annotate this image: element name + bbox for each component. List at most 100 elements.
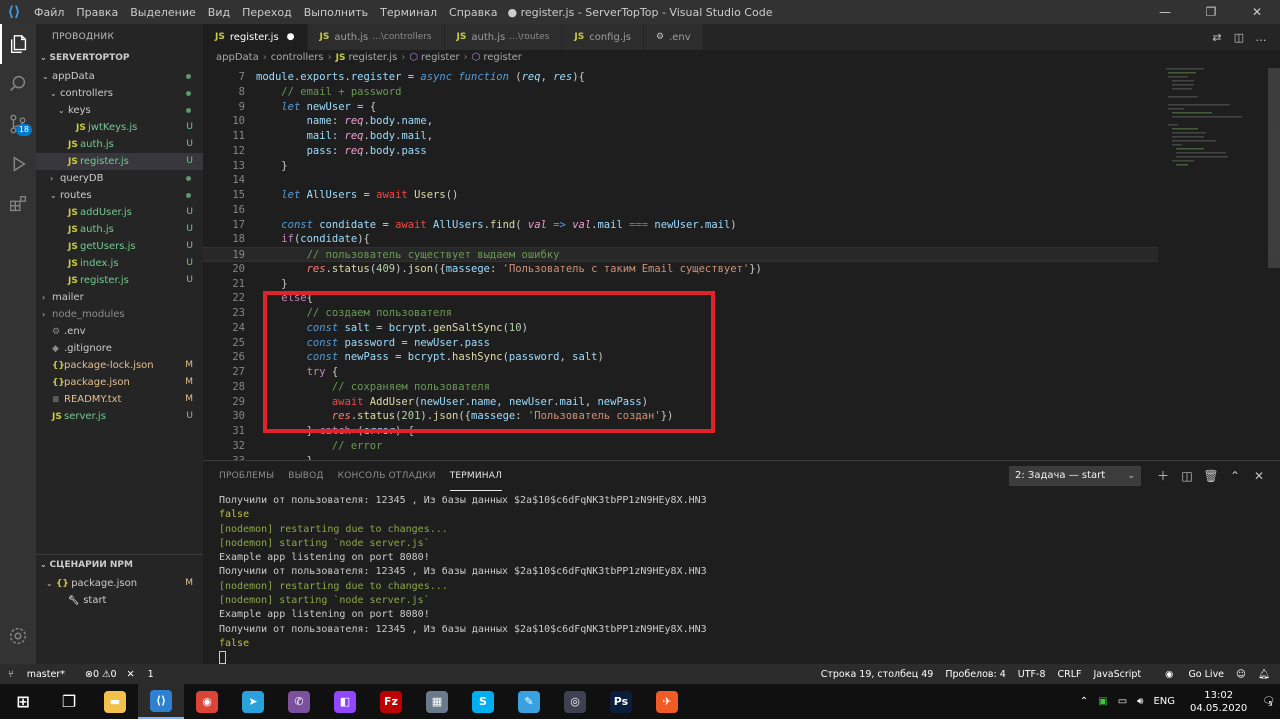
code-line[interactable]: 24 const salt = bcrypt.genSaltSync(10)	[203, 321, 1158, 336]
code-line[interactable]: 27 try {	[203, 365, 1158, 380]
file-item[interactable]: JS index.js U	[36, 255, 203, 272]
manage-gear-icon[interactable]	[0, 616, 36, 656]
taskbar-app[interactable]: ➤	[230, 684, 276, 719]
code-line[interactable]: 11 mail: req.body.mail,	[203, 129, 1158, 144]
code-line[interactable]: 21 }	[203, 277, 1158, 292]
menu-item-3[interactable]: Вид	[202, 6, 236, 19]
tab-2[interactable]: JS auth.js ...\routes	[444, 24, 563, 50]
language-indicator[interactable]: ENG	[1153, 696, 1175, 707]
close-icon[interactable]: ✕	[1234, 0, 1280, 24]
split-editor-icon[interactable]: ◫	[1228, 31, 1250, 44]
tray-app-icon[interactable]: ▣	[1098, 696, 1107, 707]
editor-scrollbar[interactable]	[1268, 68, 1280, 268]
panel-tab-3[interactable]: ТЕРМИНАЛ	[449, 461, 503, 491]
file-item[interactable]: JS auth.js U	[36, 221, 203, 238]
panel-tab-2[interactable]: КОНСОЛЬ ОТЛАДКИ	[338, 461, 436, 491]
file-item[interactable]: JS register.js U	[36, 272, 203, 289]
taskbar-app[interactable]: Ps	[598, 684, 644, 719]
taskbar-app[interactable]: ◎	[552, 684, 598, 719]
line-ending[interactable]: CRLF	[1058, 669, 1082, 680]
npm-script-start[interactable]: 🔧︎ start	[36, 592, 203, 609]
code-line[interactable]: 17 const condidate = await AllUsers.find…	[203, 218, 1158, 233]
code-line[interactable]: 31 } catch (error) {	[203, 424, 1158, 439]
code-line[interactable]: 28 // сохраняем пользователя	[203, 380, 1158, 395]
code-line[interactable]: 7 module.exports.register = async functio…	[203, 70, 1158, 85]
kill-terminal-icon[interactable]: 🗑︎	[1199, 466, 1223, 486]
code-line[interactable]: 14	[203, 173, 1158, 188]
tools-status[interactable]: ✕ 1	[127, 669, 164, 680]
minimap[interactable]	[1158, 68, 1280, 460]
menu-item-4[interactable]: Переход	[236, 6, 298, 19]
problems-status[interactable]: ⊗0 ⚠0	[85, 669, 117, 680]
taskbar-app[interactable]: ◧	[322, 684, 368, 719]
file-item[interactable]: JS addUser.js U	[36, 204, 203, 221]
code-line[interactable]: 18 if(condidate){	[203, 232, 1158, 247]
file-item[interactable]: ≡ READMY.txt M	[36, 391, 203, 408]
file-item[interactable]: JS getUsers.js U	[36, 238, 203, 255]
menu-item-2[interactable]: Выделение	[124, 6, 202, 19]
npm-package-json[interactable]: ⌄{} package.json M	[36, 575, 203, 592]
network-icon[interactable]: ▭	[1118, 696, 1127, 707]
code-line[interactable]: 10 name: req.body.name,	[203, 114, 1158, 129]
notifications-bell-icon[interactable]: 🔔︎	[1258, 669, 1270, 680]
code-line[interactable]: 15 let AllUsers = await Users()	[203, 188, 1158, 203]
taskbar-app[interactable]: S	[460, 684, 506, 719]
taskbar-app[interactable]: ▬	[92, 684, 138, 719]
terminal-output[interactable]: Получили от пользователя: 12345 , Из баз…	[219, 494, 707, 666]
indentation[interactable]: Пробелов: 4	[945, 669, 1005, 680]
unsaved-dot-icon[interactable]: ●	[287, 32, 295, 42]
taskbar-app[interactable]: ⊞	[0, 684, 46, 719]
taskbar-app[interactable]: ✈	[644, 684, 690, 719]
taskbar-app[interactable]: ▦	[414, 684, 460, 719]
feedback-icon[interactable]: ☺	[1236, 669, 1246, 680]
taskbar-app[interactable]: ◉	[184, 684, 230, 719]
maximize-panel-icon[interactable]: ⌃	[1223, 466, 1247, 486]
code-line[interactable]: 23 // создаем пользователя	[203, 306, 1158, 321]
tab-3[interactable]: JS config.js	[562, 24, 644, 50]
taskbar-app[interactable]: Fz	[368, 684, 414, 719]
code-line[interactable]: 32 // error	[203, 439, 1158, 454]
tray-chevron-icon[interactable]: ⌃	[1080, 696, 1088, 707]
close-panel-icon[interactable]: ✕	[1247, 466, 1271, 486]
explorer-icon[interactable]	[0, 24, 36, 64]
code-line[interactable]: 9 let newUser = {	[203, 100, 1158, 115]
file-item[interactable]: JS jwtKeys.js U	[36, 119, 203, 136]
language-mode[interactable]: JavaScript	[1094, 669, 1142, 680]
maximize-icon[interactable]: ❐	[1188, 0, 1234, 24]
code-line[interactable]: 13 }	[203, 159, 1158, 174]
cursor-position[interactable]: Строка 19, столбец 49	[821, 669, 934, 680]
panel-tab-0[interactable]: ПРОБЛЕМЫ	[219, 461, 274, 491]
taskbar-app[interactable]: ❐	[46, 684, 92, 719]
file-item[interactable]: JS register.js U	[36, 153, 203, 170]
breadcrumb-item[interactable]: ⬡ register	[409, 52, 459, 63]
search-icon[interactable]	[0, 64, 36, 104]
folder-item[interactable]: › node_modules	[36, 306, 203, 323]
encoding[interactable]: UTF-8	[1018, 669, 1046, 680]
menu-item-0[interactable]: Файл	[28, 6, 70, 19]
action-center-icon[interactable]: 🗨︎ 5	[1262, 696, 1275, 708]
clock[interactable]: 13:02 04.05.2020	[1190, 689, 1247, 715]
file-item[interactable]: JS server.js U	[36, 408, 203, 425]
menu-item-6[interactable]: Терминал	[374, 6, 443, 19]
taskbar-app[interactable]: ✆	[276, 684, 322, 719]
split-terminal-icon[interactable]: ◫	[1175, 466, 1199, 486]
npm-scripts-header[interactable]: ⌄ СЦЕНАРИИ NPM	[36, 555, 203, 575]
new-terminal-icon[interactable]: ＋	[1151, 466, 1175, 486]
folder-item[interactable]: › mailer	[36, 289, 203, 306]
code-editor[interactable]: 7 module.exports.register = async functio…	[203, 68, 1280, 460]
menu-item-5[interactable]: Выполнить	[298, 6, 374, 19]
run-debug-icon[interactable]	[0, 144, 36, 184]
file-item[interactable]: {}package-lock.json M	[36, 357, 203, 374]
folder-item[interactable]: ⌄ appData	[36, 68, 203, 85]
code-line[interactable]: 8 // email + password	[203, 85, 1158, 100]
tab-4[interactable]: ⚙ .env	[644, 24, 704, 50]
code-line[interactable]: 19 // пользователь существует выдаем оши…	[203, 247, 1158, 262]
file-item[interactable]: ◆ .gitignore	[36, 340, 203, 357]
code-line[interactable]: 29 await AddUser(newUser.name, newUser.m…	[203, 395, 1158, 410]
volume-icon[interactable]: 🔊︎	[1137, 696, 1143, 707]
folder-item[interactable]: ⌄ routes	[36, 187, 203, 204]
terminal-select[interactable]: 2: Задача — start ⌄	[1009, 466, 1141, 486]
more-actions-icon[interactable]: …	[1250, 31, 1272, 44]
folder-item[interactable]: ⌄ controllers	[36, 85, 203, 102]
file-item[interactable]: {}package.json M	[36, 374, 203, 391]
